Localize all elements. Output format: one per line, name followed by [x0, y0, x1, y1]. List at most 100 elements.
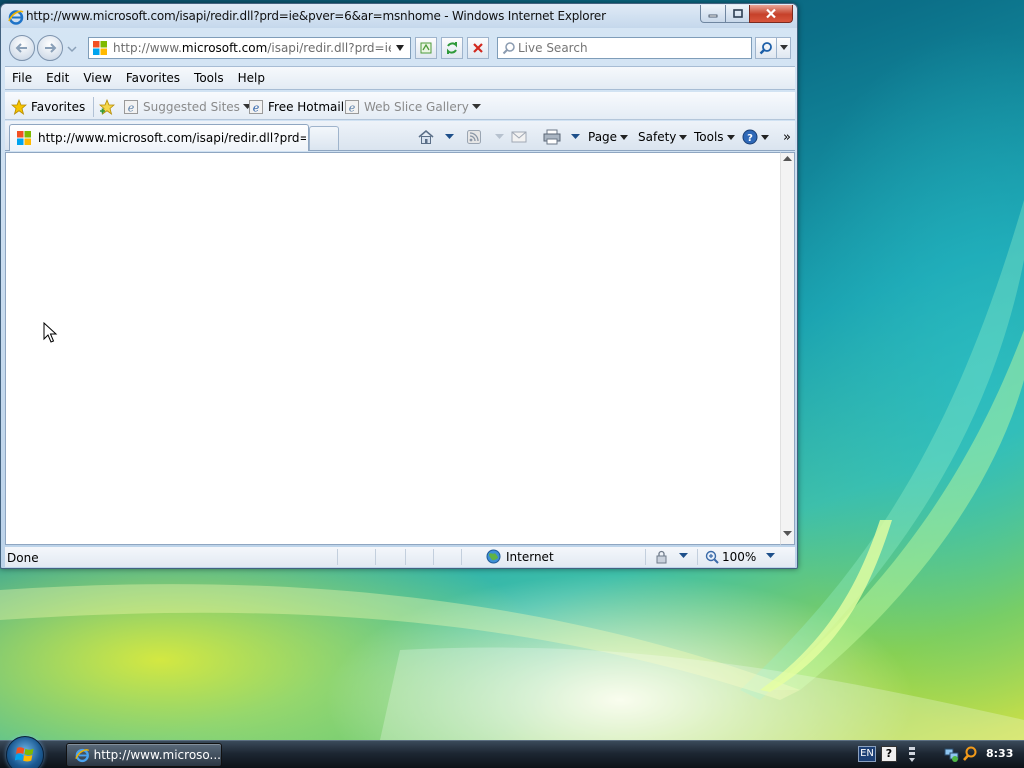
- refresh-button[interactable]: [441, 37, 463, 59]
- chevron-down-icon: [679, 134, 688, 140]
- suggested-sites-link[interactable]: e Suggested Sites: [123, 98, 252, 116]
- rss-icon: [467, 130, 481, 144]
- web-slice-gallery-label: Web Slice Gallery: [364, 100, 469, 114]
- chevron-down-icon[interactable]: [679, 553, 688, 559]
- tools-menu[interactable]: Tools: [694, 128, 735, 146]
- title-bar[interactable]: http://www.microsoft.com/isapi/redir.dll…: [1, 4, 797, 28]
- start-button[interactable]: [6, 736, 44, 768]
- search-input[interactable]: [518, 40, 746, 56]
- help-icon: ?: [742, 129, 758, 145]
- address-bar[interactable]: http://www.microsoft.com/isapi/redir.dll…: [88, 37, 411, 59]
- maximize-icon: [732, 9, 743, 18]
- favorites-star-icon: [11, 99, 27, 115]
- chevron-down-icon: [495, 134, 504, 139]
- home-dropdown[interactable]: [445, 128, 454, 146]
- close-button[interactable]: [749, 5, 793, 23]
- home-button[interactable]: [417, 128, 435, 146]
- address-url-domain: microsoft.com: [181, 41, 268, 55]
- home-icon: [418, 129, 434, 144]
- mail-button[interactable]: [511, 128, 527, 146]
- refresh-icon: [447, 42, 457, 54]
- print-button[interactable]: [543, 128, 561, 146]
- address-dropdown-icon[interactable]: [395, 44, 405, 52]
- suggested-sites-label: Suggested Sites: [143, 100, 240, 114]
- zoom-level[interactable]: 100%: [705, 550, 756, 564]
- page-content[interactable]: [5, 152, 780, 545]
- globe-icon: [486, 549, 501, 564]
- scroll-down-icon[interactable]: [783, 531, 792, 537]
- chevron-down-icon: [779, 45, 788, 50]
- favorites-button[interactable]: Favorites: [11, 98, 85, 116]
- compatibility-view-icon: [420, 42, 432, 54]
- menu-edit[interactable]: Edit: [39, 67, 76, 89]
- safety-menu[interactable]: Safety: [638, 128, 688, 146]
- close-icon: [766, 8, 776, 19]
- status-text: Done: [7, 551, 39, 565]
- minimize-icon: [708, 14, 718, 17]
- minimize-button[interactable]: [700, 5, 726, 23]
- menu-help[interactable]: Help: [231, 67, 272, 89]
- search-options-button[interactable]: [777, 37, 791, 59]
- zoom-icon: [705, 550, 719, 564]
- free-hotmail-link[interactable]: e Free Hotmail: [248, 98, 344, 116]
- ie-icon: [8, 10, 24, 25]
- back-button[interactable]: [9, 35, 35, 61]
- back-arrow-icon: [15, 43, 27, 53]
- status-bar: Done Internet 100%: [5, 547, 795, 567]
- chevron-down-icon[interactable]: [766, 553, 775, 559]
- status-divider: [461, 549, 462, 565]
- help-menu[interactable]: ?: [742, 128, 769, 146]
- tab-active[interactable]: http://www.microsoft.com/isapi/redir.dll…: [9, 124, 309, 151]
- protected-mode-icon[interactable]: [653, 550, 669, 564]
- maximize-button[interactable]: [725, 5, 750, 23]
- network-icon[interactable]: [944, 746, 960, 762]
- recent-pages-dropdown-icon[interactable]: [67, 44, 77, 54]
- stop-button[interactable]: [467, 37, 489, 59]
- feeds-button[interactable]: [467, 128, 481, 146]
- forward-arrow-icon: [45, 43, 57, 53]
- command-bar-overflow[interactable]: »: [783, 128, 791, 146]
- scroll-up-icon[interactable]: [783, 156, 792, 162]
- add-to-favorites-bar-button[interactable]: [99, 98, 119, 116]
- ie-icon: [75, 748, 90, 763]
- new-tab-button[interactable]: [309, 126, 339, 150]
- menu-view[interactable]: View: [76, 67, 118, 89]
- ie-page-icon: e: [345, 100, 359, 115]
- vertical-scrollbar[interactable]: [780, 152, 795, 545]
- taskbar-ie-label: http://www.microso...: [93, 748, 221, 762]
- ie-window[interactable]: http://www.microsoft.com/isapi/redir.dll…: [0, 3, 798, 569]
- feeds-dropdown[interactable]: [495, 128, 504, 146]
- address-url-prefix: http://www.: [113, 41, 182, 55]
- compatibility-view-button[interactable]: [415, 37, 437, 59]
- print-dropdown[interactable]: [571, 128, 580, 146]
- page-menu[interactable]: Page: [588, 128, 629, 146]
- status-divider: [433, 549, 434, 565]
- status-divider: [405, 549, 406, 565]
- window-title: http://www.microsoft.com/isapi/redir.dll…: [26, 9, 606, 23]
- search-button[interactable]: [755, 37, 777, 59]
- security-zone[interactable]: Internet: [486, 549, 554, 564]
- language-indicator[interactable]: EN: [858, 746, 876, 762]
- svg-text:e: e: [128, 102, 135, 115]
- taskbar: http://www.microso... EN ? 8:33: [0, 736, 1024, 768]
- svg-text:?: ?: [747, 133, 753, 144]
- chevron-down-icon: [620, 134, 629, 140]
- magnifier-icon: [502, 42, 515, 55]
- clock[interactable]: 8:33: [986, 747, 1013, 760]
- address-url-suffix: /isapi/redir.dll?prd=ie&pv: [267, 41, 391, 55]
- forward-button[interactable]: [37, 35, 63, 61]
- address-url[interactable]: http://www.microsoft.com/isapi/redir.dll…: [113, 41, 391, 55]
- menu-favorites[interactable]: Favorites: [119, 67, 187, 89]
- menu-file[interactable]: File: [5, 67, 39, 89]
- menu-tools[interactable]: Tools: [187, 67, 231, 89]
- menu-bar: File Edit View Favorites Tools Help: [5, 66, 795, 90]
- chevron-down-icon[interactable]: [471, 104, 481, 110]
- taskbar-ie-button[interactable]: http://www.microso...: [66, 743, 222, 767]
- search-tray-icon[interactable]: [962, 746, 978, 762]
- tray-options-icon[interactable]: [907, 745, 917, 763]
- search-box[interactable]: [497, 37, 752, 59]
- help-tray-icon[interactable]: ?: [881, 746, 897, 762]
- security-zone-label: Internet: [506, 549, 554, 564]
- web-slice-gallery-link[interactable]: e Web Slice Gallery: [344, 98, 481, 116]
- add-favorite-star-icon: [99, 99, 115, 115]
